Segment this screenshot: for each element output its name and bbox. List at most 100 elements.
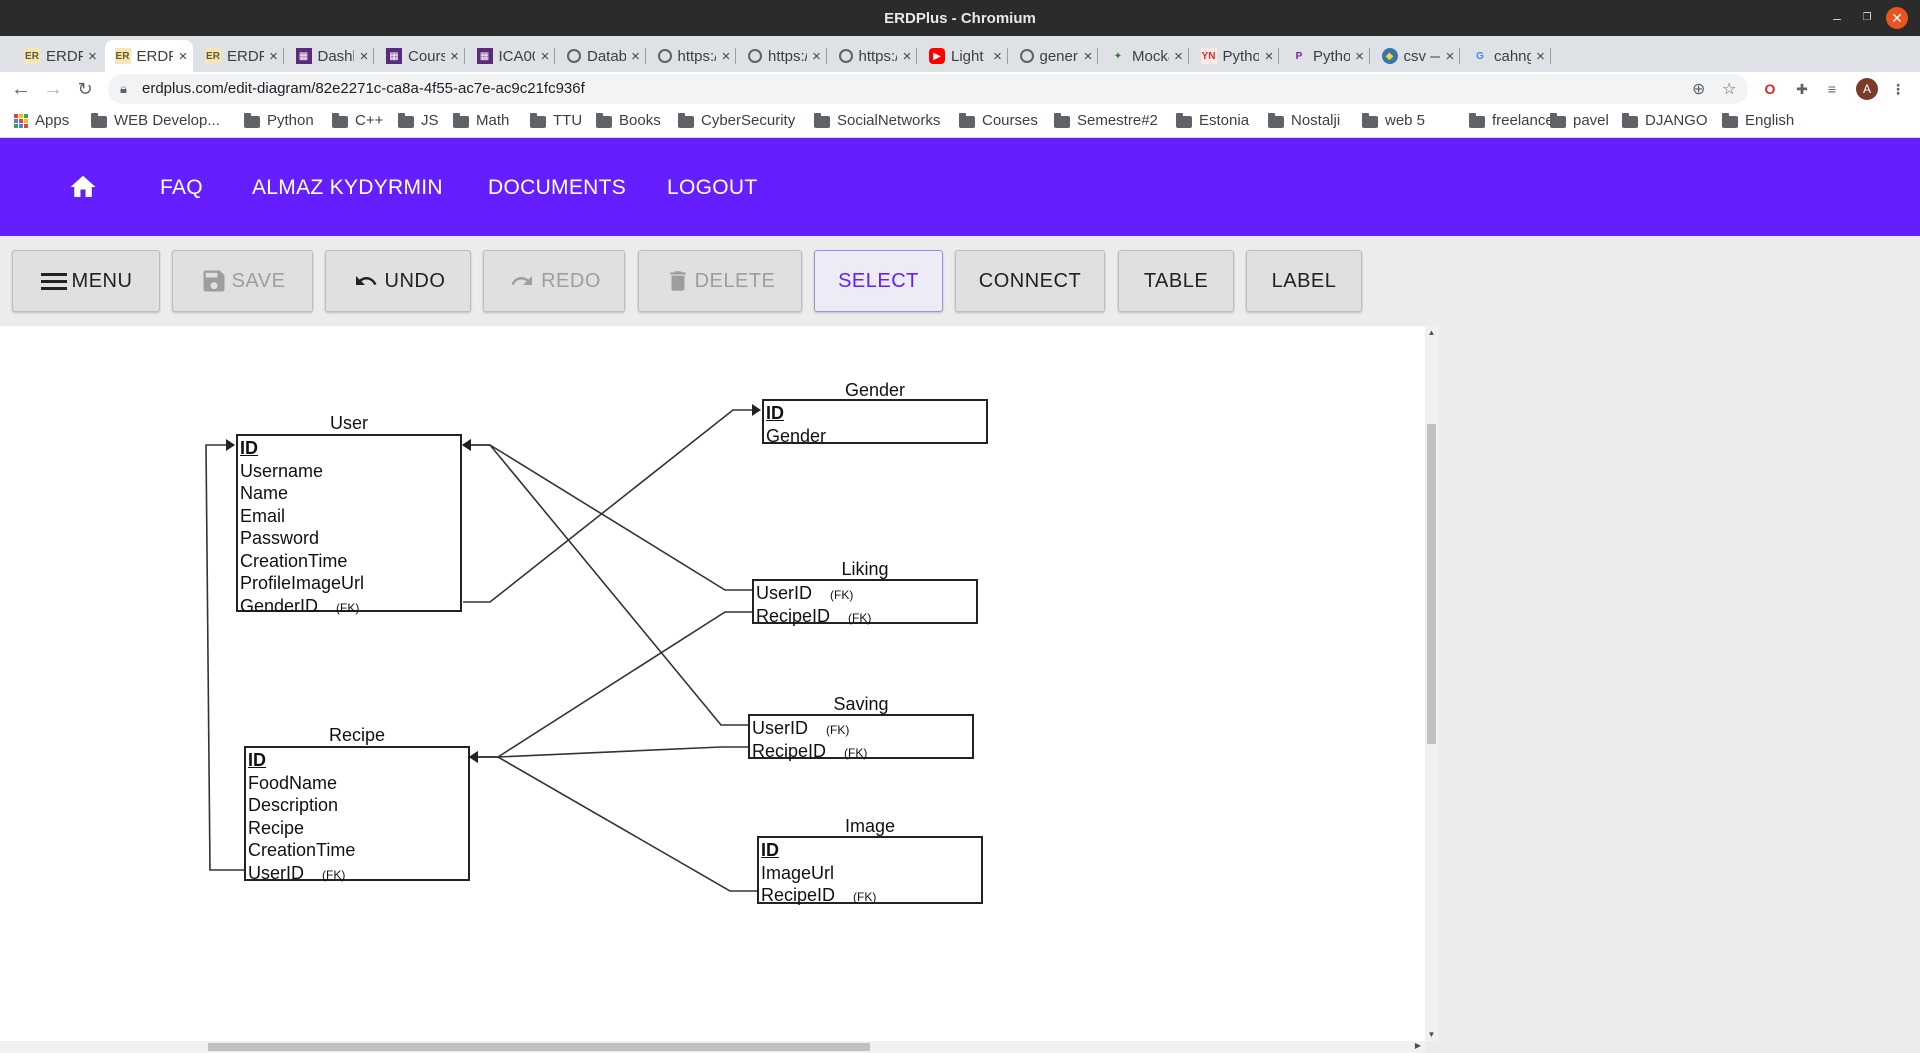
- table-gender[interactable]: ID Gender: [762, 399, 988, 446]
- tab-close-icon[interactable]: ×: [626, 48, 646, 65]
- table-name-user[interactable]: User: [236, 413, 462, 434]
- save-button[interactable]: SAVE: [172, 250, 313, 312]
- select-button[interactable]: SELECT: [814, 250, 943, 312]
- tab-close-icon[interactable]: ×: [445, 48, 465, 65]
- forward-icon[interactable]: →: [40, 76, 66, 102]
- horizontal-scrollbar[interactable]: ▶: [0, 1041, 1425, 1053]
- tab-close-icon[interactable]: ×: [173, 48, 193, 65]
- diagram-canvas[interactable]: User ID Username Name Email Password Cre…: [0, 326, 1425, 1041]
- tab-5[interactable]: ▦ ICA0006×: [467, 40, 555, 72]
- tab-10[interactable]: ▶ Light P×: [919, 40, 1008, 72]
- horizontal-scroll-thumb[interactable]: [208, 1043, 870, 1051]
- table-name-liking[interactable]: Liking: [752, 559, 978, 580]
- bookmark-folder[interactable]: C++: [332, 112, 383, 129]
- zoom-icon[interactable]: ⊕: [1692, 79, 1705, 99]
- tab-close-icon[interactable]: ×: [1440, 48, 1460, 65]
- tab-13[interactable]: YN Python×: [1191, 40, 1279, 72]
- nav-user[interactable]: ALMAZ KYDYRMIN: [252, 176, 443, 200]
- bookmark-folder[interactable]: web 5: [1362, 112, 1425, 129]
- tab-14[interactable]: P Python×: [1281, 40, 1370, 72]
- back-icon[interactable]: ←: [8, 76, 34, 102]
- bookmark-folder[interactable]: Estonia: [1176, 112, 1249, 129]
- bookmark-star-icon[interactable]: ☆: [1722, 79, 1736, 99]
- address-bar[interactable]: 🔒︎ erdplus.com/edit-diagram/82e2271c-ca8…: [108, 74, 1748, 104]
- browser-menu-icon[interactable]: ⋮: [1888, 79, 1908, 99]
- bookmark-folder[interactable]: CyberSecurity: [678, 112, 795, 129]
- nav-logout[interactable]: LOGOUT: [667, 176, 757, 200]
- tab-12[interactable]: ✦ Mockaroo×: [1100, 40, 1189, 72]
- table-name-gender[interactable]: Gender: [762, 380, 988, 401]
- tab-3[interactable]: ▦ Dashboard×: [286, 40, 374, 72]
- tab-2[interactable]: ER ERDPlus×: [195, 40, 284, 72]
- profile-avatar[interactable]: A: [1856, 78, 1878, 100]
- tab-close-icon[interactable]: ×: [535, 48, 555, 65]
- table-name-recipe[interactable]: Recipe: [244, 725, 470, 746]
- bookmark-apps[interactable]: Apps: [14, 112, 69, 129]
- bookmark-folder[interactable]: WEB Develop...: [91, 112, 220, 129]
- bookmark-folder[interactable]: TTU: [530, 112, 582, 129]
- bookmark-folder[interactable]: SocialNetworks: [814, 112, 940, 129]
- table-button[interactable]: TABLE: [1118, 250, 1234, 312]
- bookmark-folder[interactable]: Books: [596, 112, 661, 129]
- table-recipe[interactable]: ID FoodName Description Recipe CreationT…: [244, 746, 470, 883]
- bookmark-folder[interactable]: Math: [453, 112, 509, 129]
- tab-4[interactable]: ▦ Courses×: [376, 40, 465, 72]
- minimize-icon[interactable]: –: [1826, 7, 1848, 29]
- tab-16[interactable]: Gcahngo×: [1462, 40, 1551, 72]
- vertical-scrollbar[interactable]: ▲ ▼: [1425, 326, 1438, 1041]
- tab-9[interactable]: https://×: [829, 40, 917, 72]
- bookmark-folder[interactable]: JS: [398, 112, 439, 129]
- tab-8[interactable]: https://×: [738, 40, 827, 72]
- tab-6[interactable]: Database×: [557, 40, 646, 72]
- menu-button[interactable]: MENU: [12, 250, 160, 312]
- tab-close-icon[interactable]: ×: [354, 48, 374, 65]
- tab-close-icon[interactable]: ×: [1169, 48, 1189, 65]
- tab-7[interactable]: https://×: [648, 40, 736, 72]
- table-image[interactable]: ID ImageUrl RecipeID (FK): [757, 836, 983, 905]
- tab-close-icon[interactable]: ×: [264, 48, 284, 65]
- connect-button[interactable]: CONNECT: [955, 250, 1105, 312]
- tab-close-icon[interactable]: ×: [1078, 48, 1098, 65]
- tab-close-icon[interactable]: ×: [1259, 48, 1279, 65]
- tab-0[interactable]: ER ERDPlus×: [14, 40, 103, 72]
- tab-close-icon[interactable]: ×: [1350, 48, 1370, 65]
- table-liking[interactable]: UserID (FK) RecipeID (FK): [752, 579, 978, 626]
- tab-1[interactable]: ER ERDPlus×: [104, 40, 193, 72]
- close-window-icon[interactable]: ✕: [1886, 7, 1908, 29]
- vertical-scroll-thumb[interactable]: [1427, 424, 1436, 744]
- bookmark-folder[interactable]: DJANGO: [1622, 112, 1708, 129]
- bookmark-folder[interactable]: freelance: [1469, 112, 1554, 129]
- url-text[interactable]: erdplus.com/edit-diagram/82e2271c-ca8a-4…: [142, 80, 585, 97]
- scroll-right-icon[interactable]: ▶: [1415, 1041, 1421, 1050]
- tab-11[interactable]: generate×: [1010, 40, 1098, 72]
- table-user[interactable]: ID Username Name Email Password Creation…: [236, 434, 462, 616]
- puzzle-extensions-icon[interactable]: ✚: [1792, 79, 1812, 99]
- reload-icon[interactable]: ↻: [72, 76, 98, 102]
- table-saving[interactable]: UserID (FK) RecipeID (FK): [748, 714, 974, 761]
- bookmark-folder[interactable]: Semestre#2: [1054, 112, 1158, 129]
- delete-button[interactable]: DELETE: [638, 250, 802, 312]
- undo-button[interactable]: UNDO: [325, 250, 471, 312]
- bookmark-folder[interactable]: Courses: [959, 112, 1038, 129]
- redo-button[interactable]: REDO: [483, 250, 625, 312]
- media-control-icon[interactable]: ≡: [1822, 79, 1842, 99]
- table-name-image[interactable]: Image: [757, 816, 983, 837]
- label-button[interactable]: LABEL: [1246, 250, 1362, 312]
- bookmark-folder[interactable]: Python: [244, 112, 314, 129]
- tab-close-icon[interactable]: ×: [807, 48, 827, 65]
- opera-extension-icon[interactable]: O: [1760, 79, 1780, 99]
- restore-icon[interactable]: ❐: [1856, 7, 1878, 29]
- bookmark-folder[interactable]: Nostalji: [1268, 112, 1340, 129]
- scroll-down-icon[interactable]: ▼: [1425, 1030, 1438, 1039]
- tab-close-icon[interactable]: ×: [83, 48, 103, 65]
- tab-close-icon[interactable]: ×: [716, 48, 736, 65]
- tab-close-icon[interactable]: ×: [1531, 48, 1551, 65]
- bookmark-folder[interactable]: pavel: [1550, 112, 1609, 129]
- table-name-saving[interactable]: Saving: [748, 694, 974, 715]
- tab-close-icon[interactable]: ×: [988, 48, 1008, 65]
- nav-documents[interactable]: DOCUMENTS: [488, 176, 626, 200]
- nav-faq[interactable]: FAQ: [160, 176, 203, 200]
- tab-15[interactable]: ◆ csv — ×: [1372, 40, 1460, 72]
- home-icon[interactable]: [68, 172, 98, 202]
- scroll-up-icon[interactable]: ▲: [1425, 328, 1438, 337]
